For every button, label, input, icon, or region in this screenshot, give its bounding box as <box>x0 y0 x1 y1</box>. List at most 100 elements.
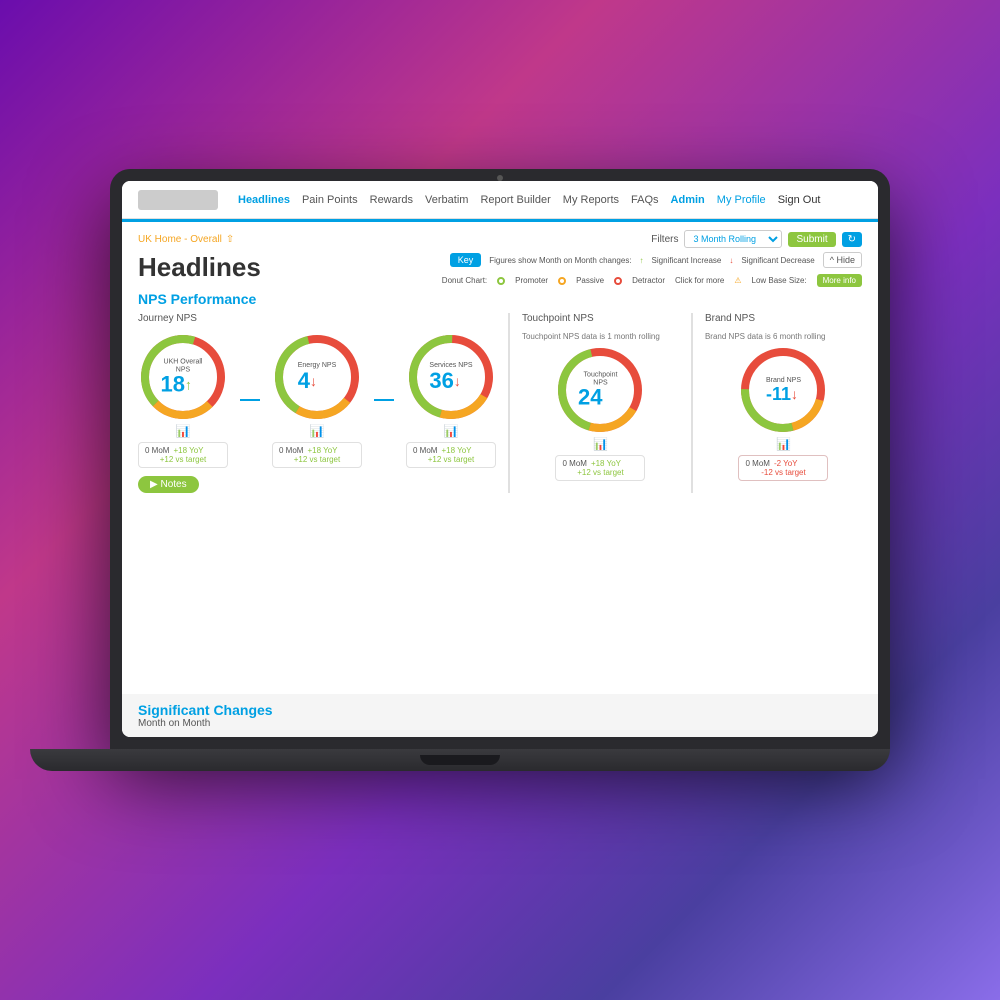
legend-row: Donut Chart: Promoter Passive Detractor … <box>442 274 862 287</box>
services-value: 36 <box>429 370 453 392</box>
sig-increase-label: Significant Increase <box>652 256 722 265</box>
ukh-donut-wrapper: UKH Overall NPS 18 ↑ <box>138 332 228 422</box>
more-info-button[interactable]: More info <box>817 274 862 287</box>
energy-yoy: +18 YoY <box>307 446 337 455</box>
brand-mom: 0 MoM <box>745 459 769 468</box>
camera-dot <box>497 175 503 181</box>
low-base-icon: ⚠ <box>734 276 741 285</box>
click-more: Click for more <box>675 276 724 285</box>
ukh-mom: 0 MoM <box>145 446 169 455</box>
content-area: UK Home - Overall ⇧ Filters 3 Month Roll… <box>122 222 878 686</box>
filters-row: Filters 3 Month Rolling 1 Month Rolling … <box>651 230 862 248</box>
services-donut-wrapper: Services NPS 36 ↓ <box>406 332 496 422</box>
brand-stats: 0 MoM -2 YoY -12 vs target <box>738 455 828 481</box>
nav-links: Headlines Pain Points Rewards Verbatim R… <box>238 194 862 206</box>
breadcrumb-text: UK Home - Overall <box>138 234 222 245</box>
nav-link-faqs[interactable]: FAQs <box>631 194 659 206</box>
laptop-notch <box>420 755 500 765</box>
energy-trend-icon: ↓ <box>310 373 317 389</box>
brand-stats-row1: 0 MoM -2 YoY <box>745 459 821 468</box>
brand-trend-icon: ↓ <box>791 386 798 402</box>
nav-link-myprofile[interactable]: My Profile <box>717 194 766 206</box>
promoter-label: Promoter <box>515 276 548 285</box>
brand-donut-wrapper: Brand NPS -11 ↓ <box>738 345 828 435</box>
energy-mom: 0 MoM <box>279 446 303 455</box>
energy-bar-icon: 📊 <box>310 424 325 438</box>
services-mom: 0 MoM <box>413 446 437 455</box>
touchpoint-bar-icon: 📊 <box>593 437 608 451</box>
brand-value: -11 <box>766 385 791 403</box>
services-bar-icon: 📊 <box>444 424 459 438</box>
low-base-label: Low Base Size: <box>752 276 807 285</box>
energy-stats: 0 MoM +18 YoY +12 vs target <box>272 442 362 468</box>
detractor-label: Detractor <box>632 276 665 285</box>
laptop-screen: Headlines Pain Points Rewards Verbatim R… <box>122 181 878 737</box>
brand-nps-chart: Brand NPS -11 ↓ 📊 0 MoM <box>705 345 862 481</box>
nav-link-myreports[interactable]: My Reports <box>563 194 619 206</box>
nps-sections: Journey NPS <box>138 313 862 493</box>
services-target: +12 vs target <box>413 455 489 464</box>
touchpoint-nps-sublabel: Touchpoint NPS data is 1 month rolling <box>522 332 679 341</box>
nps-performance-title: NPS Performance <box>138 291 862 307</box>
touchpoint-stats: 0 MoM +18 YoY +12 vs target <box>555 455 645 481</box>
touchpoint-value: 24 <box>578 387 602 409</box>
nav-link-signout[interactable]: Sign Out <box>778 194 821 206</box>
nav-link-rewards[interactable]: Rewards <box>370 194 413 206</box>
ukh-trend-icon: ↑ <box>185 377 192 393</box>
filter-select[interactable]: 3 Month Rolling 1 Month Rolling 6 Month … <box>684 230 782 248</box>
sig-decrease-label: Significant Decrease <box>741 256 814 265</box>
energy-nps-chart: Energy NPS 4 ↓ 📊 <box>272 332 362 468</box>
key-bar: Key Figures show Month on Month changes:… <box>450 252 862 268</box>
journey-nps-label: Journey NPS <box>138 313 496 324</box>
ukh-target: +12 vs target <box>145 455 221 464</box>
ukh-stats: 0 MoM +18 YoY +12 vs target <box>138 442 228 468</box>
ukh-donut-center: UKH Overall NPS 18 ↑ <box>161 358 206 395</box>
services-nps-chart: Services NPS 36 ↓ 📊 <box>406 332 496 468</box>
nav-link-painpoints[interactable]: Pain Points <box>302 194 358 206</box>
notes-button[interactable]: ▶ Notes <box>138 476 199 493</box>
journey-donuts-row: UKH Overall NPS 18 ↑ 📊 <box>138 332 496 468</box>
ukh-value: 18 <box>161 374 185 396</box>
submit-button[interactable]: Submit <box>788 232 835 247</box>
nav-link-admin[interactable]: Admin <box>671 194 705 206</box>
energy-target: +12 vs target <box>279 455 355 464</box>
breadcrumb-icon: ⇧ <box>226 234 234 245</box>
brand-nps-section: Brand NPS Brand NPS data is 6 month roll… <box>705 313 862 493</box>
nav-bar: Headlines Pain Points Rewards Verbatim R… <box>122 181 878 219</box>
touchpoint-donut-wrapper: Touchpoint NPS 24 <box>555 345 645 435</box>
breadcrumb: UK Home - Overall ⇧ <box>138 234 234 245</box>
section-divider-1 <box>508 313 510 493</box>
journey-nps-section: Journey NPS <box>138 313 496 493</box>
services-donut-center: Services NPS 36 ↓ <box>429 362 472 392</box>
hide-button[interactable]: ^ Hide <box>823 252 862 268</box>
brand-nps-label: Brand NPS <box>705 313 862 324</box>
refresh-button[interactable]: ↻ <box>842 232 862 247</box>
passive-dot <box>558 277 566 285</box>
services-yoy: +18 YoY <box>441 446 471 455</box>
key-description: Figures show Month on Month changes: <box>489 256 631 265</box>
laptop-base <box>30 749 890 771</box>
touchpoint-mom: 0 MoM <box>562 459 586 468</box>
detractor-dot <box>614 277 622 285</box>
filters-label: Filters <box>651 234 678 245</box>
nav-link-headlines[interactable]: Headlines <box>238 194 290 206</box>
sig-changes-title: Significant Changes <box>138 702 862 718</box>
energy-stats-row1: 0 MoM +18 YoY <box>279 446 355 455</box>
touchpoint-nps-section: Touchpoint NPS Touchpoint NPS data is 1 … <box>522 313 679 493</box>
headlines-title: Headlines <box>138 252 261 283</box>
nav-link-reportbuilder[interactable]: Report Builder <box>480 194 550 206</box>
connector-ukh-energy <box>240 399 260 401</box>
key-button[interactable]: Key <box>450 253 482 267</box>
passive-label: Passive <box>576 276 604 285</box>
sig-decrease-icon: ↓ <box>729 256 733 265</box>
sig-increase-icon: ↑ <box>640 256 644 265</box>
touchpoint-yoy: +18 YoY <box>591 459 621 468</box>
energy-donut-center: Energy NPS 4 ↓ <box>298 362 337 392</box>
energy-donut-wrapper: Energy NPS 4 ↓ <box>272 332 362 422</box>
brand-donut-center: Brand NPS -11 ↓ <box>766 377 801 403</box>
sig-changes-subtitle: Month on Month <box>138 718 862 729</box>
nav-link-verbatim[interactable]: Verbatim <box>425 194 468 206</box>
touchpoint-nps-chart: Touchpoint NPS 24 📊 0 MoM + <box>522 345 679 481</box>
ukh-bar-icon: 📊 <box>176 424 191 438</box>
laptop-screen-bezel: Headlines Pain Points Rewards Verbatim R… <box>110 169 890 749</box>
